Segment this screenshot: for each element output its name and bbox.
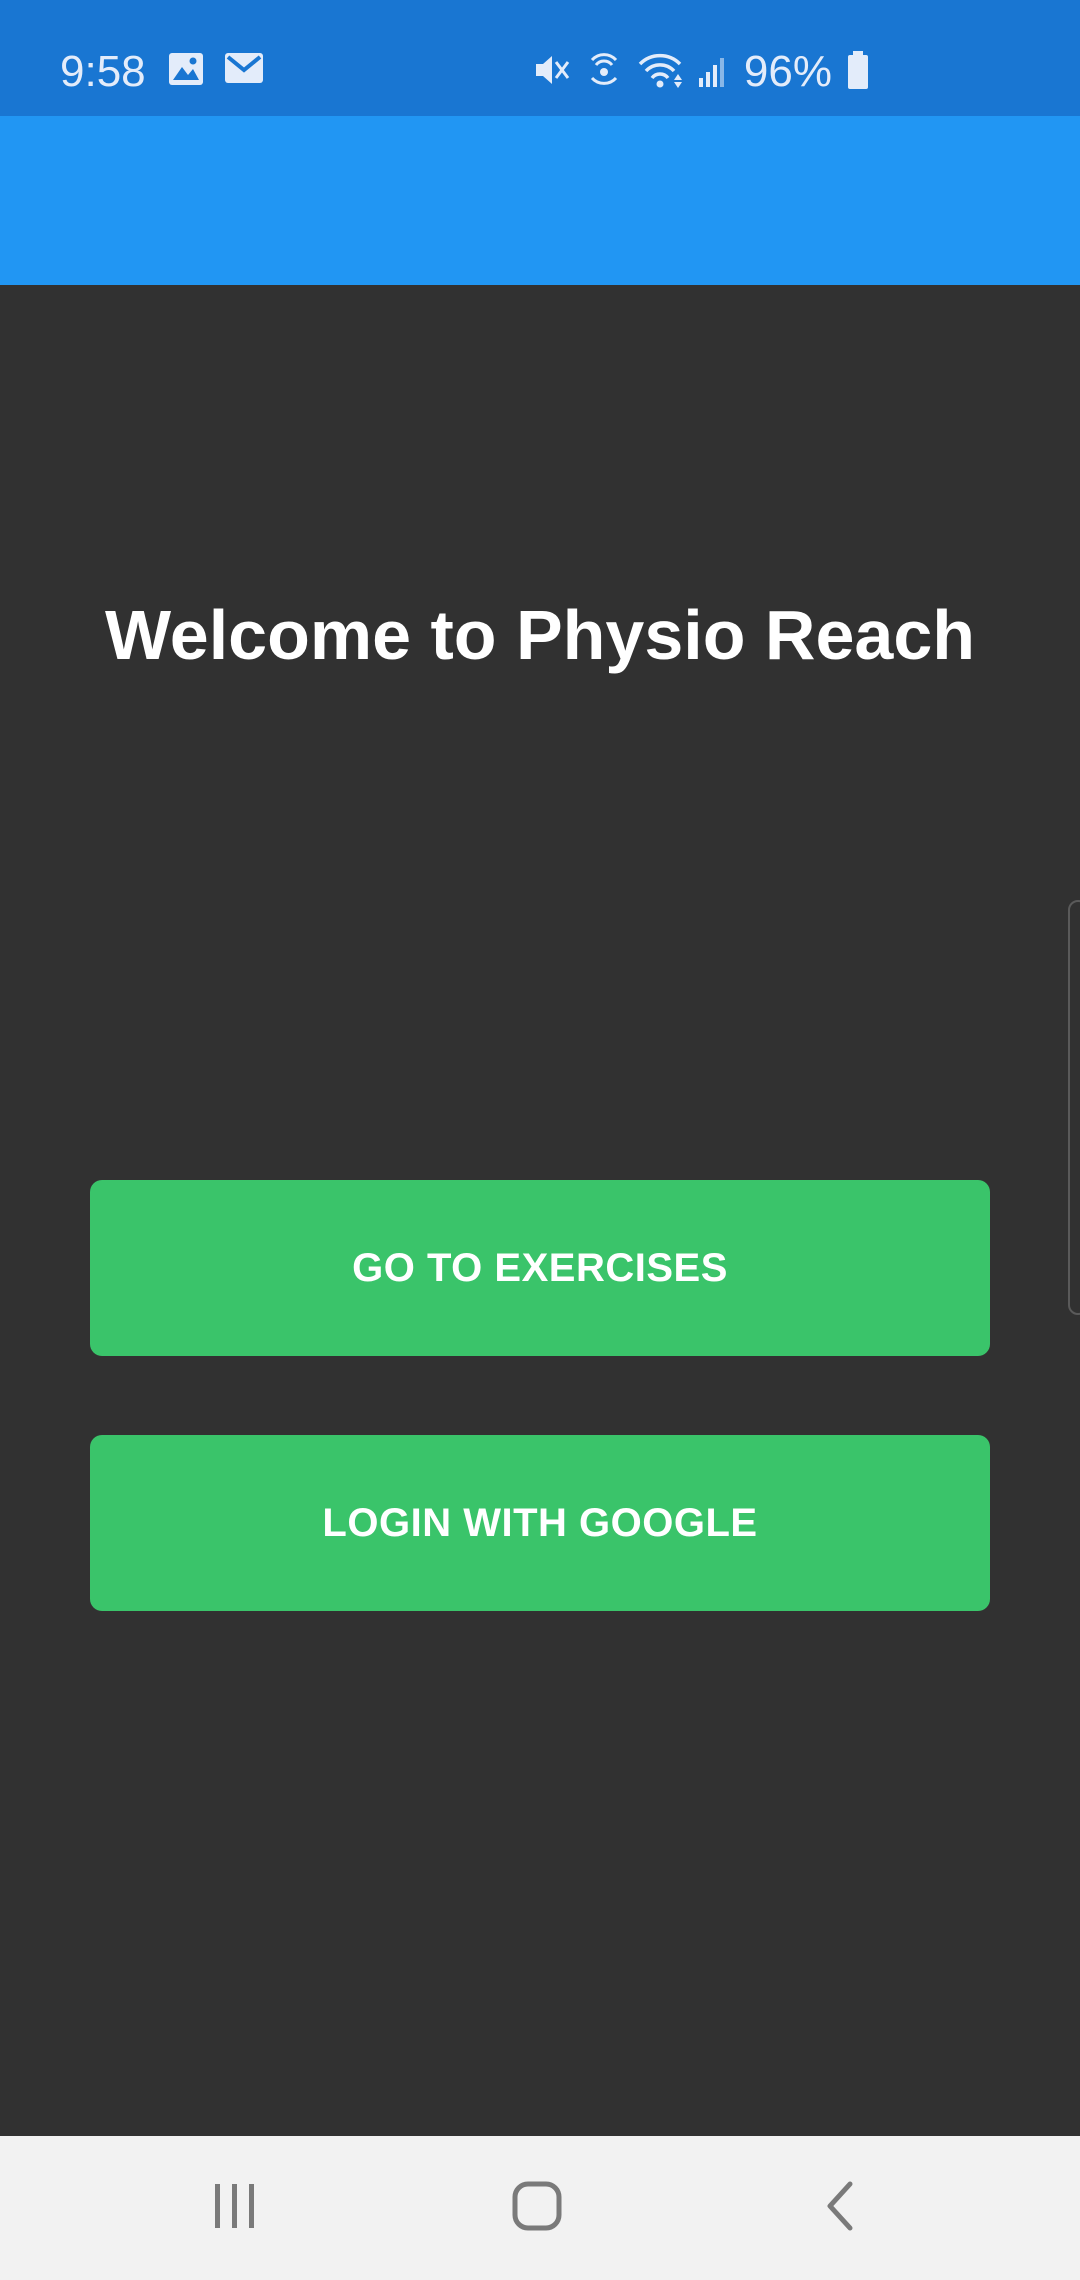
hotspot-icon: [586, 50, 622, 95]
mail-icon: [224, 52, 264, 91]
back-button[interactable]: [760, 2136, 920, 2280]
signal-icon: [698, 52, 730, 93]
app-screen: 9:58 96% Welcome to Physio Reach GO TO E…: [0, 0, 1080, 2280]
mute-icon: [532, 50, 572, 95]
welcome-title: Welcome to Physio Reach: [104, 596, 976, 674]
battery-icon: [846, 50, 870, 95]
navigation-bar: [0, 2136, 1080, 2280]
wifi-icon: [636, 50, 684, 95]
home-button[interactable]: [457, 2136, 617, 2280]
status-time: 9:58: [60, 47, 146, 96]
status-notification-icons: [168, 52, 264, 91]
status-system-icons: 96%: [532, 44, 870, 100]
back-icon: [820, 2180, 860, 2237]
app-bar: [0, 116, 1080, 285]
go-to-exercises-button[interactable]: GO TO EXERCISES: [90, 1180, 990, 1356]
recents-button[interactable]: [155, 2136, 315, 2280]
battery-percent: 96%: [743, 47, 832, 96]
recents-icon: [210, 2181, 260, 2236]
home-icon: [511, 2180, 563, 2237]
edge-panel-handle[interactable]: [1068, 900, 1080, 1315]
status-bar: 9:58 96%: [0, 0, 1080, 116]
login-with-google-button[interactable]: LOGIN WITH GOOGLE: [90, 1435, 990, 1611]
image-icon: [168, 52, 204, 91]
